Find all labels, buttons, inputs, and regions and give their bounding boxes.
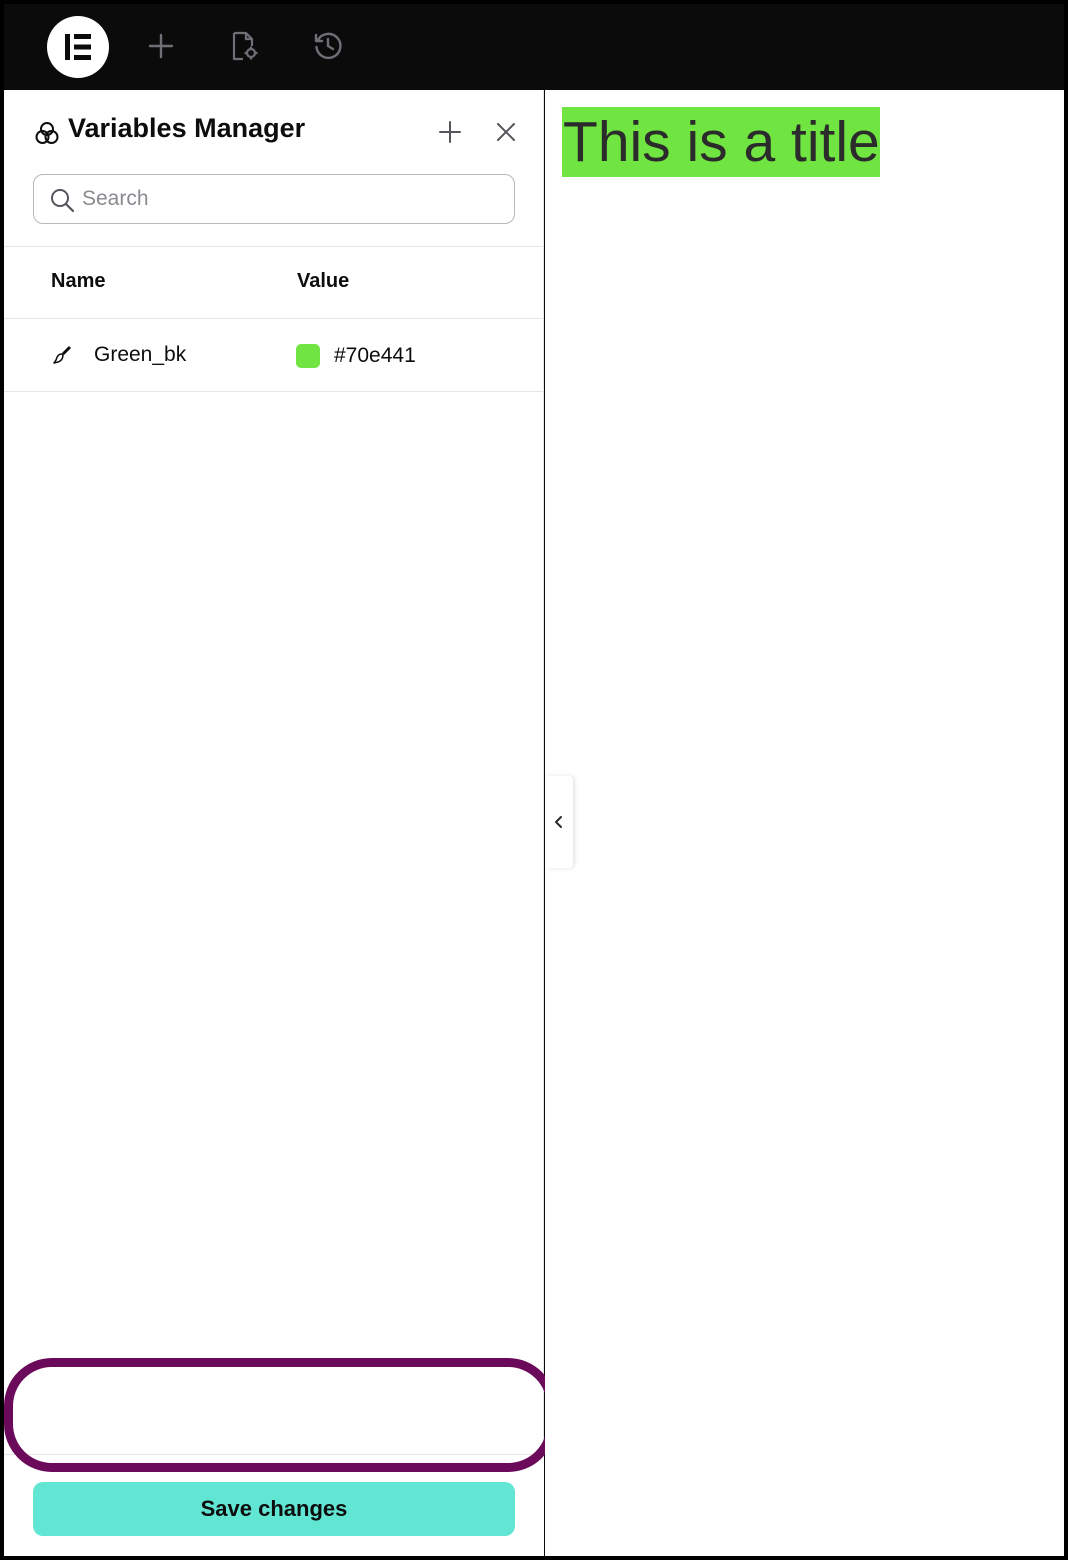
plus-icon bbox=[439, 121, 461, 143]
plus-icon[interactable] bbox=[143, 28, 179, 64]
search-input[interactable] bbox=[82, 183, 502, 215]
variables-manager-panel: Variables Manager Name bbox=[4, 90, 544, 1556]
search-icon bbox=[49, 187, 75, 213]
add-variable-button[interactable] bbox=[434, 116, 466, 148]
divider bbox=[4, 391, 544, 392]
variable-row[interactable]: Green_bk #70e441 bbox=[4, 319, 544, 391]
chevron-left-icon bbox=[555, 816, 562, 828]
variable-name[interactable]: Green_bk bbox=[94, 343, 186, 367]
top-bar bbox=[4, 4, 1064, 90]
column-header-value: Value bbox=[297, 270, 350, 292]
page-settings-icon[interactable] bbox=[226, 28, 262, 64]
variable-value[interactable]: #70e441 bbox=[334, 344, 416, 368]
close-panel-button[interactable] bbox=[490, 116, 522, 148]
panel-title: Variables Manager bbox=[68, 113, 306, 143]
panel-header: Variables Manager bbox=[4, 90, 544, 160]
divider bbox=[4, 246, 544, 247]
brush-icon bbox=[51, 344, 73, 366]
variables-icon bbox=[34, 120, 60, 146]
panel-footer: Save changes bbox=[4, 1454, 544, 1556]
column-header-name: Name bbox=[51, 270, 106, 292]
close-icon bbox=[497, 123, 515, 141]
color-swatch[interactable] bbox=[296, 344, 320, 368]
save-changes-button[interactable]: Save changes bbox=[33, 1482, 515, 1536]
search-box[interactable] bbox=[33, 174, 515, 224]
collapse-panel-button[interactable] bbox=[545, 776, 573, 868]
page-heading[interactable]: This is a title bbox=[562, 107, 880, 177]
preview-canvas: This is a title bbox=[545, 90, 1064, 1556]
elementor-logo-icon[interactable] bbox=[47, 16, 109, 78]
history-icon[interactable] bbox=[310, 28, 346, 64]
app-window: Variables Manager Name bbox=[0, 0, 1068, 1560]
